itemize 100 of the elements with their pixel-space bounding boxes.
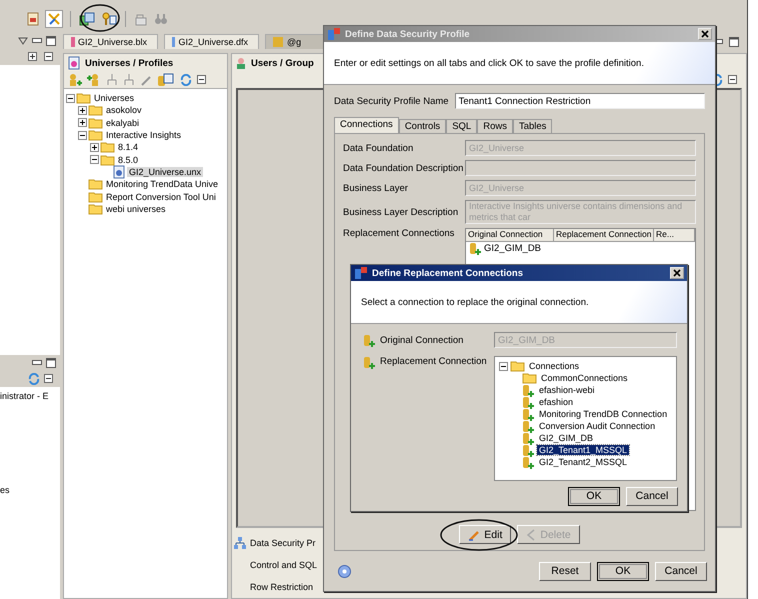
- field-label: Data Foundation Description: [343, 162, 464, 174]
- expand-toggle[interactable]: [90, 155, 99, 164]
- field-label: Business Layer Description: [343, 206, 460, 218]
- maximize-icon[interactable]: [729, 36, 739, 46]
- maximize-icon[interactable]: [46, 358, 56, 368]
- dialog-button[interactable]: OK: [568, 486, 620, 506]
- tree-item[interactable]: GI2_Tenant1_MSSQL: [537, 445, 630, 455]
- field-label: Data Foundation: [343, 142, 414, 154]
- tree-item[interactable]: GI2_GIM_DB: [537, 433, 596, 443]
- column-header[interactable]: Replacement Connection: [554, 229, 654, 241]
- database-icon: [363, 356, 376, 369]
- folder-icon: [88, 129, 103, 142]
- tab[interactable]: SQL: [446, 119, 478, 133]
- folder-icon: [88, 178, 103, 190]
- field-label: Original Connection: [380, 334, 464, 346]
- database-icon: [522, 444, 535, 456]
- close-button[interactable]: [670, 267, 684, 279]
- table-cell: GI2_GIM_DB: [484, 243, 542, 254]
- tree-item[interactable]: Interactive Insights: [104, 130, 184, 140]
- tree-item[interactable]: asokolov: [104, 105, 144, 116]
- tree-item[interactable]: Monitoring TrendDB Connection: [537, 409, 670, 419]
- folder-icon: [100, 154, 115, 166]
- app-icon: [327, 27, 341, 41]
- dialog-button[interactable]: Reset: [539, 562, 591, 580]
- folder-icon: [88, 190, 103, 203]
- action-button[interactable]: Edit: [459, 525, 512, 544]
- database-icon: [522, 384, 535, 396]
- expand-toggle[interactable]: [90, 142, 99, 152]
- field-label: Business Layer: [343, 182, 409, 194]
- editor-tab[interactable]: GI2_Universe.blx: [63, 34, 158, 49]
- folder-icon: [88, 202, 103, 215]
- file-icon: [272, 36, 284, 48]
- collapse-all-icon[interactable]: [44, 374, 56, 384]
- folder-icon: [510, 360, 525, 372]
- expand-toggle[interactable]: [78, 118, 87, 128]
- pencil-icon: [468, 528, 480, 540]
- maximize-icon[interactable]: [46, 36, 56, 46]
- column-header[interactable]: Re...: [654, 229, 695, 241]
- key-icon[interactable]: [101, 12, 117, 26]
- file-icon: [171, 36, 176, 48]
- chart-icon[interactable]: [26, 12, 40, 26]
- tree-item[interactable]: Universes: [92, 93, 136, 104]
- collapse-all-icon[interactable]: [728, 75, 740, 85]
- tab[interactable]: Tables: [512, 119, 552, 133]
- field-label: Replacement Connection: [380, 356, 488, 367]
- add-users-icon[interactable]: [68, 73, 82, 87]
- tree-item[interactable]: 8.1.4: [116, 142, 140, 152]
- collapse-all-icon[interactable]: [197, 75, 209, 85]
- folder-icon: [76, 92, 91, 104]
- list-text: inistrator - E: [0, 391, 50, 401]
- list-item[interactable]: Data Security Pr: [250, 538, 316, 548]
- minimize-icon[interactable]: [32, 360, 42, 366]
- field-label: Replacement Connections: [343, 228, 456, 239]
- database-icon: [522, 396, 535, 408]
- list-item[interactable]: Row Restriction: [250, 582, 314, 592]
- editor-tab[interactable]: GI2_Universe.dfx: [164, 34, 259, 49]
- database-icon[interactable]: [157, 73, 175, 87]
- expand-toggle[interactable]: [78, 130, 87, 140]
- name-field[interactable]: Tenant1 Connection Restriction: [454, 93, 705, 109]
- tree-item[interactable]: GI2_Universe.unx: [127, 166, 204, 177]
- dialog-button[interactable]: Cancel: [626, 486, 678, 506]
- folder-icon: [88, 116, 103, 129]
- folder-icon: [88, 104, 103, 116]
- tree-item[interactable]: efashion-webi: [537, 385, 597, 395]
- list-text: es: [0, 485, 11, 495]
- minimize-icon[interactable]: [32, 38, 42, 44]
- user-icon: [235, 57, 247, 69]
- add-users-icon[interactable]: [87, 73, 101, 87]
- tree-item[interactable]: webi universes: [104, 204, 168, 214]
- tree-item[interactable]: Conversion Audit Connection: [537, 421, 658, 431]
- tree-item[interactable]: Report Conversion Tool Uni: [104, 192, 218, 202]
- collapse-all-icon[interactable]: [44, 52, 56, 62]
- tab[interactable]: Controls: [398, 119, 446, 133]
- expand-toggle[interactable]: [499, 362, 508, 370]
- tab[interactable]: Connections: [334, 117, 399, 133]
- folder-icon: [100, 141, 115, 154]
- tab[interactable]: Rows: [477, 119, 513, 133]
- database-icon: [522, 456, 535, 468]
- tree-item[interactable]: CommonConnections: [539, 373, 630, 383]
- expand-toggle[interactable]: [66, 94, 75, 103]
- dialog-button[interactable]: Cancel: [655, 562, 707, 580]
- tree-item[interactable]: 8.5.0: [116, 154, 140, 165]
- tree-item[interactable]: ekalyabi: [104, 118, 142, 128]
- column-header[interactable]: Original Connection: [466, 229, 554, 241]
- tree-item[interactable]: efashion: [537, 397, 576, 407]
- expand-toggle[interactable]: [78, 106, 87, 115]
- tree-item[interactable]: Connections: [527, 361, 582, 371]
- tree-item[interactable]: Monitoring TrendData Unive: [104, 179, 220, 190]
- view-menu-icon[interactable]: [18, 37, 28, 45]
- annotation-circle: [80, 4, 120, 32]
- expand-all-icon[interactable]: [28, 52, 40, 62]
- field-label: Data Security Profile Name: [334, 96, 449, 106]
- instructions-text: Select a connection to replace the original connection.: [361, 296, 589, 308]
- dialog-button[interactable]: OK: [597, 562, 649, 580]
- universe-icon: [112, 164, 126, 179]
- folder-icon: [522, 372, 537, 384]
- tree-item[interactable]: GI2_Tenant2_MSSQL: [537, 457, 630, 467]
- panel-title: Universes / Profiles: [85, 58, 174, 68]
- list-item[interactable]: Control and SQL: [250, 560, 318, 570]
- panel-title: Users / Group: [251, 58, 314, 68]
